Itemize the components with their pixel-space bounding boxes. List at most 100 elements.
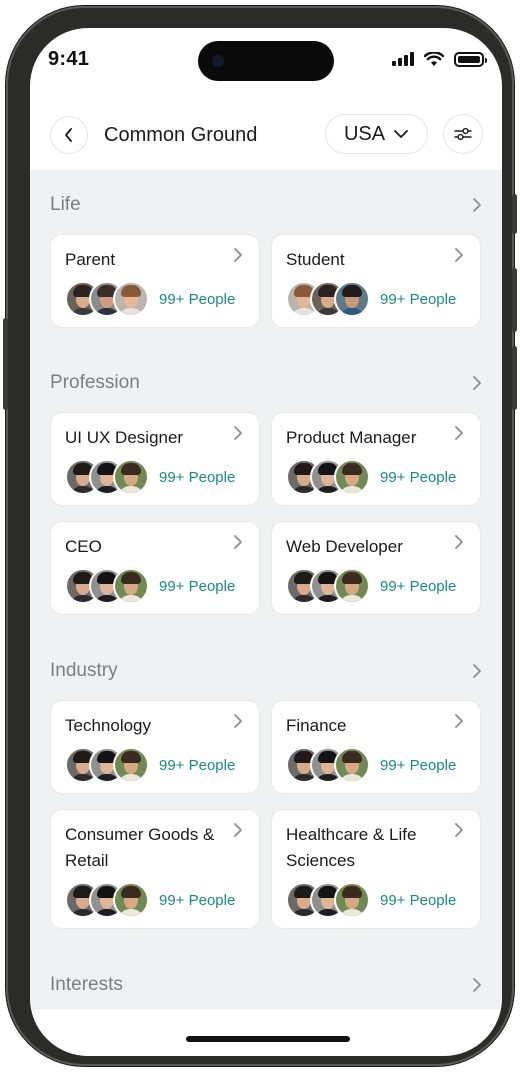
card-footer: 99+ People (286, 281, 456, 317)
chevron-right-icon (473, 198, 481, 212)
chevron-right-icon (455, 714, 463, 728)
card-title: Web Developer (286, 537, 403, 556)
section-title: Profession (50, 372, 140, 393)
chevron-right-icon (234, 248, 242, 262)
people-count: 99+ People (159, 290, 236, 308)
app-header: Common Ground USA (30, 108, 502, 170)
card-web-developer[interactable]: Web Developer 99+ People (271, 521, 481, 615)
people-count: 99+ People (380, 290, 457, 308)
card-finance[interactable]: Finance 99+ People (271, 700, 481, 794)
avatar-group (286, 882, 370, 918)
avatar (334, 568, 370, 604)
card-parent[interactable]: Parent 99+ People (50, 234, 260, 328)
chevron-down-icon (394, 130, 408, 138)
people-count: 99+ People (380, 756, 457, 774)
card-ceo[interactable]: CEO 99+ People (50, 521, 260, 615)
card-title: CEO (65, 537, 102, 556)
avatar (113, 747, 149, 783)
section-title: Industry (50, 660, 118, 681)
chevron-right-icon (234, 426, 242, 440)
action-button (512, 194, 517, 234)
card-footer: 99+ People (286, 747, 456, 783)
chevron-right-icon (473, 664, 481, 678)
card-footer: 99+ People (65, 747, 235, 783)
chevron-right-icon (455, 426, 463, 440)
chevron-right-icon (455, 535, 463, 549)
phone-frame: 9:41 Common Ground USA Life Parent 99+ P… (3, 6, 517, 1066)
section-title: Life (50, 194, 81, 215)
avatar (113, 568, 149, 604)
people-count: 99+ People (159, 756, 236, 774)
people-count: 99+ People (380, 468, 457, 486)
chevron-left-icon (65, 128, 72, 142)
card-footer: 99+ People (286, 882, 456, 918)
chevron-right-icon (473, 978, 481, 992)
card-title: Product Manager (286, 428, 417, 447)
volume-up-button (512, 268, 517, 332)
avatar-group (65, 568, 149, 604)
chevron-right-icon (234, 714, 242, 728)
avatar-group (65, 459, 149, 495)
home-indicator[interactable] (186, 1036, 350, 1042)
status-icons (392, 50, 487, 68)
avatar (334, 747, 370, 783)
card-title: Finance (286, 716, 347, 735)
avatar (334, 882, 370, 918)
status-time: 9:41 (48, 48, 90, 70)
card-title: Technology (65, 716, 152, 735)
section-header-life[interactable]: Life (50, 190, 482, 220)
status-bar: 9:41 (30, 28, 502, 88)
card-footer: 99+ People (286, 459, 456, 495)
volume-button (3, 318, 8, 410)
card-title: Healthcare & Life Sciences (286, 825, 417, 870)
card-footer: 99+ People (65, 281, 235, 317)
avatar (113, 459, 149, 495)
avatar (113, 882, 149, 918)
avatar-group (65, 281, 149, 317)
card-consumer-goods-retail[interactable]: Consumer Goods & Retail 99+ People (50, 809, 260, 929)
card-ui-ux-designer[interactable]: UI UX Designer 99+ People (50, 412, 260, 506)
avatar-group (286, 568, 370, 604)
back-button[interactable] (50, 116, 88, 154)
card-footer: 99+ People (65, 459, 235, 495)
avatar (113, 281, 149, 317)
people-count: 99+ People (159, 468, 236, 486)
cellular-signal-icon (392, 52, 414, 66)
card-title: Parent (65, 250, 116, 269)
country-dropdown-value: USA (343, 122, 386, 145)
card-footer: 99+ People (65, 882, 235, 918)
section-header-profession[interactable]: Profession (50, 368, 482, 398)
avatar-group (286, 747, 370, 783)
section-title: Interests (50, 974, 123, 995)
avatar-group (65, 882, 149, 918)
chevron-right-icon (455, 823, 463, 837)
avatar (334, 459, 370, 495)
camera-icon (212, 55, 224, 67)
page-title: Common Ground (104, 124, 258, 146)
card-title: Consumer Goods & Retail (65, 825, 215, 870)
card-student[interactable]: Student 99+ People (271, 234, 481, 328)
battery-icon (454, 51, 487, 67)
card-footer: 99+ People (286, 568, 456, 604)
card-title: UI UX Designer (65, 428, 184, 447)
avatar-group (286, 281, 370, 317)
section-header-interests[interactable]: Interests (50, 970, 482, 1000)
card-product-manager[interactable]: Product Manager 99+ People (271, 412, 481, 506)
card-healthcare-life-sciences[interactable]: Healthcare & Life Sciences 99+ People (271, 809, 481, 929)
screen: 9:41 Common Ground USA Life Parent 99+ P… (30, 28, 502, 1056)
people-count: 99+ People (380, 577, 457, 595)
section-header-industry[interactable]: Industry (50, 656, 482, 686)
chevron-right-icon (234, 535, 242, 549)
card-title: Student (286, 250, 345, 269)
sliders-icon (454, 127, 472, 141)
country-dropdown[interactable]: USA (325, 114, 428, 154)
card-technology[interactable]: Technology 99+ People (50, 700, 260, 794)
people-count: 99+ People (159, 891, 236, 909)
chevron-right-icon (455, 248, 463, 262)
avatar (334, 281, 370, 317)
chevron-right-icon (234, 823, 242, 837)
wifi-icon (424, 51, 444, 66)
people-count: 99+ People (380, 891, 457, 909)
filter-button[interactable] (443, 114, 483, 154)
chevron-right-icon (473, 376, 481, 390)
